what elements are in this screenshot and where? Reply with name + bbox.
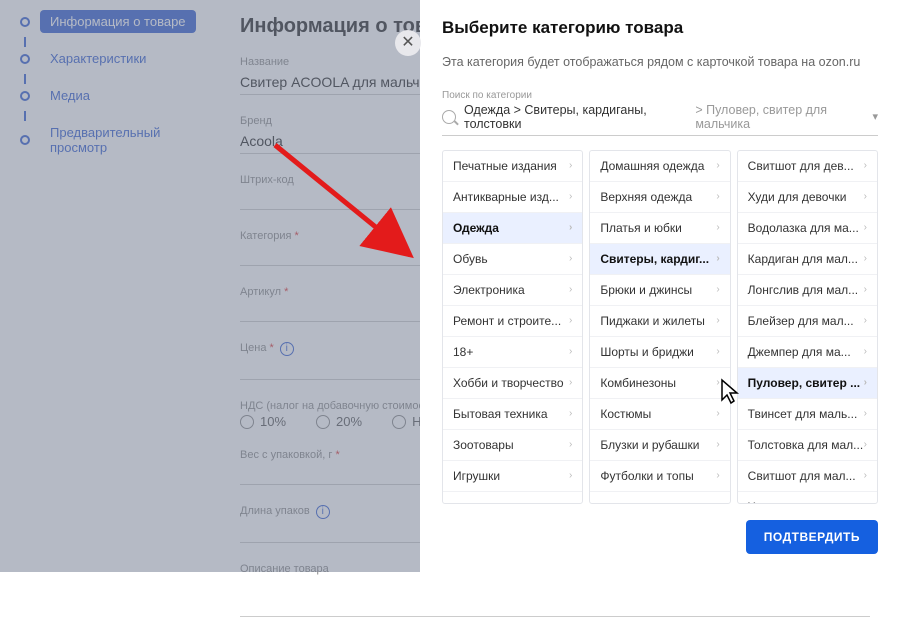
chevron-right-icon: ›	[569, 377, 572, 388]
category-item[interactable]: Футболки и топы›	[590, 461, 729, 492]
category-item[interactable]: Домашняя одежда›	[590, 151, 729, 182]
category-item[interactable]: Лонгслив для мал...›	[738, 275, 877, 306]
chevron-right-icon: ›	[569, 470, 572, 481]
chevron-right-icon: ›	[864, 253, 867, 264]
category-col-3: Свитшот для дев...›Худи для девочки›Водо…	[737, 150, 878, 505]
category-col-1: Печатные издания›Антикварные изд...›Одеж…	[442, 150, 583, 505]
chevron-right-icon: ›	[864, 284, 867, 295]
chevron-right-icon: ›	[716, 160, 719, 171]
chevron-right-icon: ›	[569, 346, 572, 357]
chevron-right-icon: ›	[716, 470, 719, 481]
chevron-right-icon: ›	[716, 315, 719, 326]
chevron-right-icon: ›	[864, 470, 867, 481]
category-search[interactable]: Одежда > Свитеры, кардиганы, толстовки >…	[442, 103, 878, 136]
category-item[interactable]: Печатные издания›	[443, 151, 582, 182]
category-item[interactable]: Водолазка для ма...›	[738, 213, 877, 244]
chevron-right-icon: ›	[864, 408, 867, 419]
chevron-right-icon: ›	[716, 377, 719, 388]
chevron-right-icon: ›	[864, 222, 867, 233]
chevron-right-icon: ›	[716, 222, 719, 233]
category-item[interactable]: Хобби и творчество›	[443, 368, 582, 399]
desc-input[interactable]	[240, 577, 870, 617]
category-item[interactable]: Пуловер, свитер ...›	[738, 368, 877, 399]
chevron-right-icon: ›	[569, 439, 572, 450]
chevron-right-icon: ›	[569, 253, 572, 264]
category-item[interactable]: Худи для мальчика›	[738, 492, 877, 504]
category-item[interactable]: Брюки и джинсы›	[590, 275, 729, 306]
category-item[interactable]: Свитшот для дев...›	[738, 151, 877, 182]
category-item[interactable]: Электроника›	[443, 275, 582, 306]
category-item[interactable]: Свитеры, кардиг...›	[590, 244, 729, 275]
chevron-right-icon: ›	[569, 191, 572, 202]
category-item[interactable]: Кардиган для мал...›	[738, 244, 877, 275]
chevron-right-icon: ›	[569, 222, 572, 233]
category-item[interactable]: Одежда›	[443, 213, 582, 244]
category-col-2: Домашняя одежда›Верхняя одежда›Платья и …	[589, 150, 730, 505]
category-item[interactable]: 18+›	[443, 337, 582, 368]
chevron-right-icon: ›	[569, 284, 572, 295]
category-modal: Выберите категорию товара Эта категория …	[420, 0, 900, 572]
category-item[interactable]: Игрушки›	[443, 461, 582, 492]
category-item[interactable]: Блейзер для мал...›	[738, 306, 877, 337]
chevron-right-icon: ›	[569, 160, 572, 171]
category-item[interactable]: Джемпер для ма...›	[738, 337, 877, 368]
category-item[interactable]: Пиджаки и жилеты›	[590, 306, 729, 337]
chevron-right-icon: ›	[716, 408, 719, 419]
category-item[interactable]: Костюмы›	[590, 399, 729, 430]
category-item[interactable]: Ремонт и строите...›	[443, 306, 582, 337]
chevron-right-icon: ›	[864, 315, 867, 326]
category-item[interactable]: Зоотовары›	[443, 430, 582, 461]
chevron-down-icon: ▾	[872, 110, 878, 123]
category-item[interactable]: Твинсет для маль...›	[738, 399, 877, 430]
chevron-right-icon: ›	[864, 439, 867, 450]
category-item[interactable]: Антикварные изд...›	[443, 182, 582, 213]
chevron-right-icon: ›	[864, 377, 867, 388]
chevron-right-icon: ›	[716, 253, 719, 264]
modal-subtitle: Эта категория будет отображаться рядом с…	[442, 54, 878, 72]
confirm-button[interactable]: ПОДТВЕРДИТЬ	[746, 520, 878, 554]
category-item[interactable]: Свитшот для мал...›	[738, 461, 877, 492]
chevron-right-icon: ›	[864, 346, 867, 357]
chevron-right-icon: ›	[716, 439, 719, 450]
category-item[interactable]: Платья и юбки›	[590, 213, 729, 244]
chevron-right-icon: ›	[569, 408, 572, 419]
category-item[interactable]: Толстовка для мал...›	[738, 430, 877, 461]
category-item[interactable]: Верхняя одежда›	[590, 182, 729, 213]
chevron-right-icon: ›	[716, 284, 719, 295]
chevron-right-icon: ›	[569, 315, 572, 326]
search-icon	[442, 110, 456, 124]
category-item[interactable]: Шорты и бриджи›	[590, 337, 729, 368]
category-item[interactable]: Худи для девочки›	[738, 182, 877, 213]
category-item[interactable]: Блузки и рубашки›	[590, 430, 729, 461]
chevron-right-icon: ›	[864, 501, 867, 503]
modal-title: Выберите категорию товара	[442, 18, 878, 38]
chevron-right-icon: ›	[864, 191, 867, 202]
category-item[interactable]: Комбинезоны›	[590, 368, 729, 399]
category-item[interactable]: Обувь›	[443, 244, 582, 275]
chevron-right-icon: ›	[864, 160, 867, 171]
chevron-right-icon: ›	[716, 346, 719, 357]
category-item[interactable]: Бытовая техника›	[443, 399, 582, 430]
close-icon[interactable]: ✕	[395, 30, 421, 56]
chevron-right-icon: ›	[716, 191, 719, 202]
